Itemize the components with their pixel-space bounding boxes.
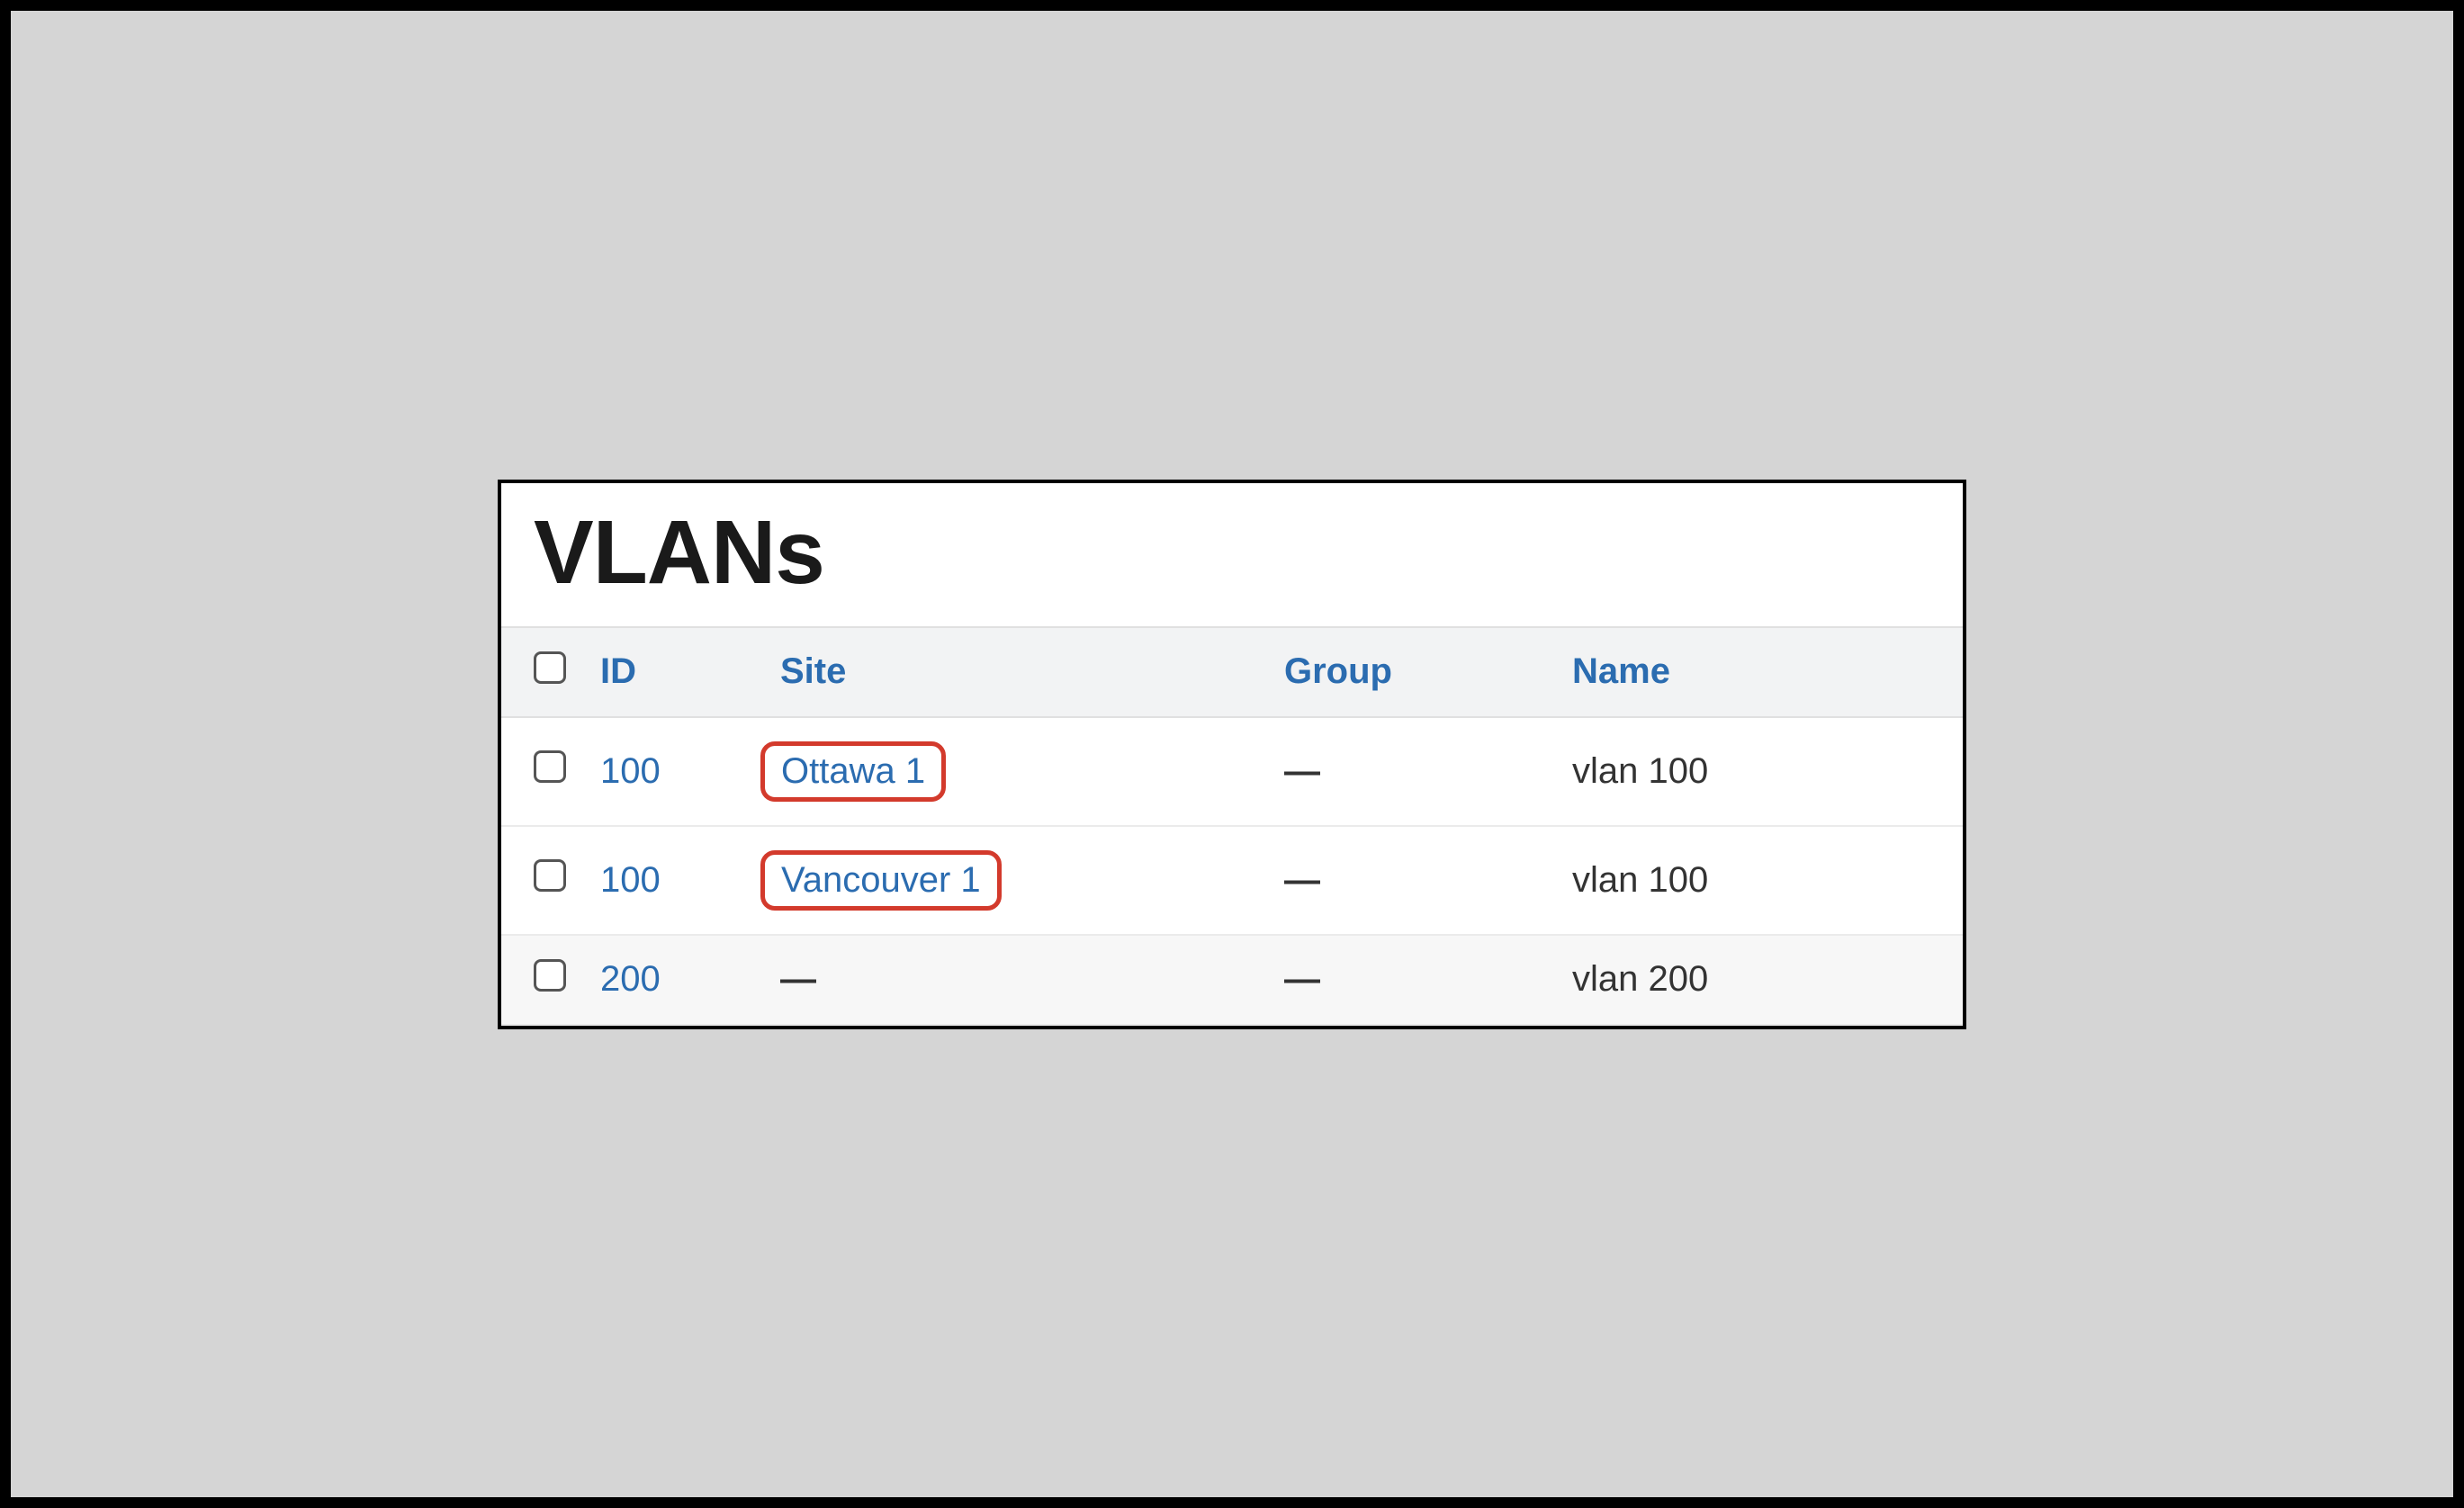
site-link[interactable]: Ottawa 1 [781,751,925,791]
header-name[interactable]: Name [1554,627,1963,717]
header-id[interactable]: ID [582,627,762,717]
vlans-table: ID Site Group Name 100 [501,626,1963,1026]
name-value: vlan 200 [1572,959,1708,999]
row-name-cell: vlan 100 [1554,826,1963,935]
row-group-cell: — [1266,935,1554,1025]
header-group[interactable]: Group [1266,627,1554,717]
select-all-checkbox[interactable] [534,651,566,684]
row-id-cell: 100 [582,826,762,935]
vlan-id-link[interactable]: 100 [600,860,661,900]
outer-frame: VLANs ID Site Group Name [0,0,2464,1508]
name-value: vlan 100 [1572,860,1708,900]
row-checkbox-cell [501,717,582,826]
row-group-cell: — [1266,717,1554,826]
row-checkbox-cell [501,826,582,935]
table-row: 200 — — vlan 200 [501,935,1963,1025]
page-title: VLANs [501,501,1963,626]
group-value: — [1284,959,1320,999]
row-checkbox[interactable] [534,859,566,892]
table-header-row: ID Site Group Name [501,627,1963,717]
row-name-cell: vlan 100 [1554,717,1963,826]
row-checkbox[interactable] [534,959,566,992]
table-body: 100 Ottawa 1 — vlan 100 [501,717,1963,1025]
site-highlight: Vancouver 1 [760,850,1002,911]
row-site-cell: Vancouver 1 [762,826,1266,935]
name-value: vlan 100 [1572,751,1708,791]
table-row: 100 Vancouver 1 — vlan 100 [501,826,1963,935]
site-value: — [780,959,816,999]
vlan-id-link[interactable]: 200 [600,959,661,999]
group-value: — [1284,860,1320,900]
row-id-cell: 100 [582,717,762,826]
row-checkbox[interactable] [534,750,566,783]
vlans-panel: VLANs ID Site Group Name [498,480,1966,1029]
group-value: — [1284,751,1320,791]
row-id-cell: 200 [582,935,762,1025]
row-name-cell: vlan 200 [1554,935,1963,1025]
vlan-id-link[interactable]: 100 [600,751,661,791]
site-highlight: Ottawa 1 [760,741,946,802]
table-row: 100 Ottawa 1 — vlan 100 [501,717,1963,826]
header-site[interactable]: Site [762,627,1266,717]
row-checkbox-cell [501,935,582,1025]
header-checkbox-cell [501,627,582,717]
site-link[interactable]: Vancouver 1 [781,860,981,900]
row-site-cell: Ottawa 1 [762,717,1266,826]
row-site-cell: — [762,935,1266,1025]
row-group-cell: — [1266,826,1554,935]
